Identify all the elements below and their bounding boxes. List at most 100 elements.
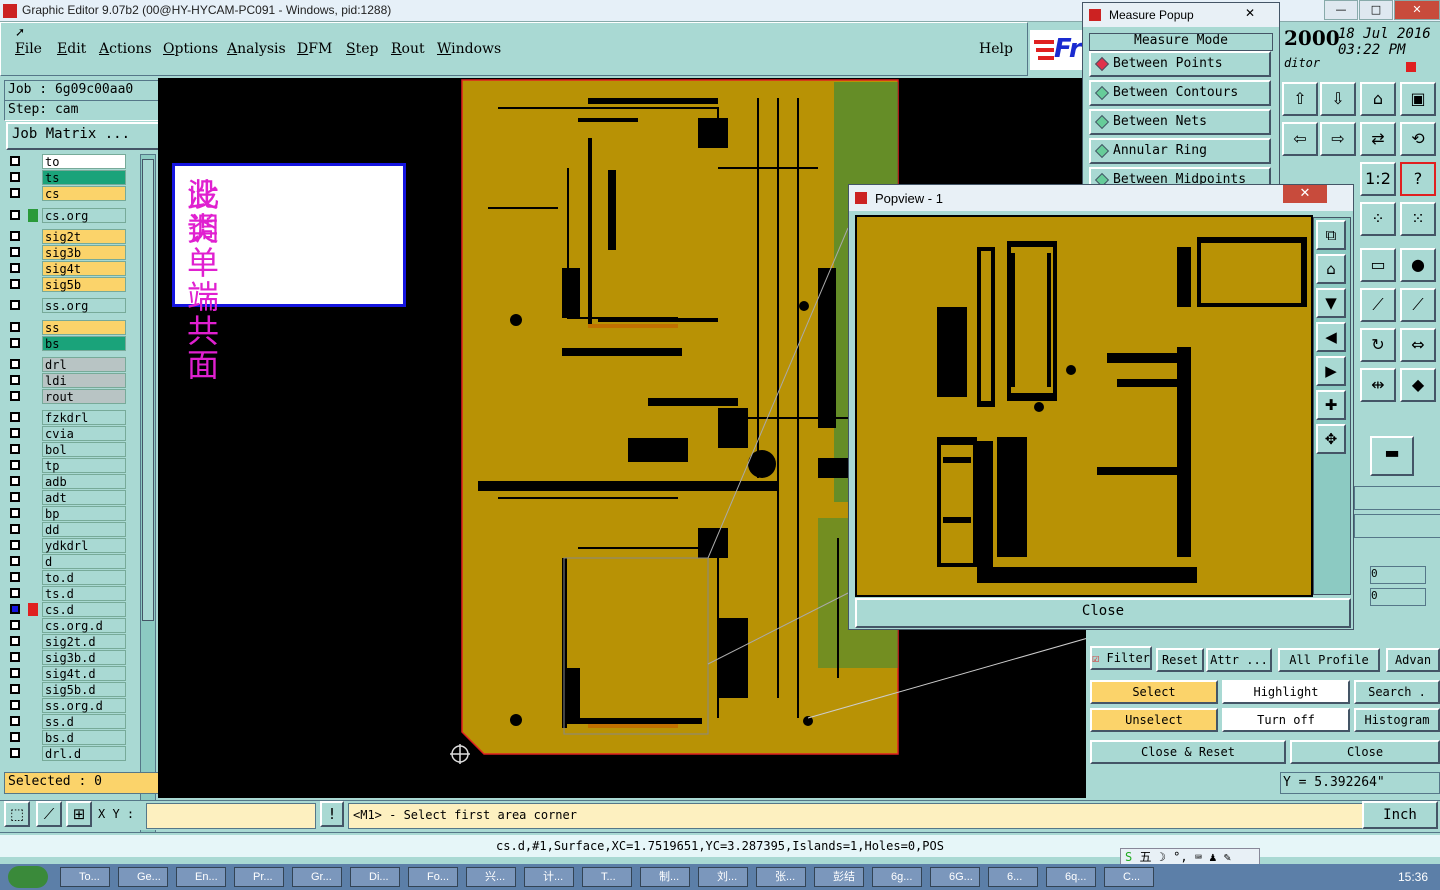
menu-step[interactable]: Step bbox=[346, 41, 378, 57]
menu-actions[interactable]: Actions bbox=[99, 41, 152, 57]
taskbar-item[interactable]: T... bbox=[582, 867, 632, 887]
layer-name[interactable]: adb bbox=[42, 474, 126, 489]
layer-checkbox[interactable] bbox=[10, 188, 20, 198]
minus-icon[interactable]: ▬ bbox=[1370, 436, 1414, 476]
layer-checkbox[interactable] bbox=[10, 588, 20, 598]
layer-name[interactable]: to.d bbox=[42, 570, 126, 585]
taskbar-item[interactable]: Di... bbox=[350, 867, 400, 887]
layer-row-sig2t-d[interactable]: sig2t.d bbox=[6, 634, 126, 649]
side-field-1[interactable]: 0 bbox=[1370, 566, 1426, 584]
layer-name[interactable]: adt bbox=[42, 490, 126, 505]
layer-name[interactable]: sig5b bbox=[42, 277, 126, 292]
layer-name[interactable]: drl.d bbox=[42, 746, 126, 761]
layer-row-drl-d[interactable]: drl.d bbox=[6, 746, 126, 761]
layer-row-cvia[interactable]: cvia bbox=[6, 426, 126, 441]
xy-input[interactable] bbox=[146, 803, 316, 829]
layer-checkbox[interactable] bbox=[10, 279, 20, 289]
snap-grid-icon[interactable]: ⊞ bbox=[66, 801, 92, 827]
layer-scrollbar[interactable] bbox=[140, 154, 156, 846]
unselect-button[interactable]: Unselect bbox=[1090, 708, 1218, 732]
layer-row-bp[interactable]: bp bbox=[6, 506, 126, 521]
layer-name[interactable]: to bbox=[42, 154, 126, 169]
layer-name[interactable]: sig5b.d bbox=[42, 682, 126, 697]
layer-checkbox[interactable] bbox=[10, 556, 20, 566]
taskbar-item[interactable]: 6g... bbox=[872, 867, 922, 887]
measure-mode-annular-ring[interactable]: Annular Ring bbox=[1089, 138, 1271, 164]
layer-name[interactable]: sig2t bbox=[42, 229, 126, 244]
layer-row-cs-org-d[interactable]: cs.org.d bbox=[6, 618, 126, 633]
home-icon[interactable]: ⌂ bbox=[1360, 82, 1396, 116]
layer-name[interactable]: sig2t.d bbox=[42, 634, 126, 649]
layer-row-sig3b-d[interactable]: sig3b.d bbox=[6, 650, 126, 665]
taskbar-item[interactable]: Gr... bbox=[292, 867, 342, 887]
layer-row-ss-d[interactable]: ss.d bbox=[6, 714, 126, 729]
maximize-button[interactable]: □ bbox=[1359, 0, 1393, 20]
layer-checkbox[interactable] bbox=[10, 322, 20, 332]
layer-row-fzkdrl[interactable]: fzkdrl bbox=[6, 410, 126, 425]
layer-checkbox[interactable] bbox=[10, 572, 20, 582]
layer-checkbox[interactable] bbox=[10, 668, 20, 678]
job-matrix-button[interactable]: Job Matrix ... bbox=[6, 122, 160, 150]
layer-checkbox[interactable] bbox=[10, 604, 20, 614]
menu-dfm[interactable]: DFM bbox=[297, 41, 332, 57]
layer-row-cs-org[interactable]: cs.org bbox=[6, 208, 126, 223]
reset-button[interactable]: Reset bbox=[1156, 648, 1204, 672]
layer-name[interactable]: bol bbox=[42, 442, 126, 457]
close-reset-button[interactable]: Close & Reset bbox=[1090, 740, 1286, 764]
layer-checkbox[interactable] bbox=[10, 460, 20, 470]
layer-name[interactable]: cs bbox=[42, 186, 126, 201]
layer-checkbox[interactable] bbox=[10, 492, 20, 502]
layer-name[interactable]: cs.org bbox=[42, 208, 126, 223]
layer-checkbox[interactable] bbox=[10, 716, 20, 726]
snap-icon[interactable]: ⁘ bbox=[1360, 202, 1396, 236]
layer-checkbox[interactable] bbox=[10, 300, 20, 310]
layer-checkbox[interactable] bbox=[10, 636, 20, 646]
layer-checkbox[interactable] bbox=[10, 476, 20, 486]
layer-row-cs[interactable]: cs bbox=[6, 186, 126, 201]
menu-analysis[interactable]: Analysis bbox=[227, 41, 286, 57]
layer-name[interactable]: ts bbox=[42, 170, 126, 185]
layer-checkbox[interactable] bbox=[10, 508, 20, 518]
layer-name[interactable]: d bbox=[42, 554, 126, 569]
minimize-button[interactable]: — bbox=[1324, 0, 1358, 20]
layer-name[interactable]: ss.org.d bbox=[42, 698, 126, 713]
measure-close-icon[interactable]: ✕ bbox=[1245, 6, 1255, 20]
layer-down-icon[interactable]: ⇩ bbox=[1320, 82, 1356, 116]
taskbar-item[interactable]: En... bbox=[176, 867, 226, 887]
measure-line-icon[interactable]: ⟋ bbox=[1360, 288, 1396, 322]
measure-mode-icon[interactable]: ⟋ bbox=[36, 801, 62, 827]
menu-file[interactable]: File bbox=[15, 41, 42, 57]
layer-checkbox[interactable] bbox=[10, 156, 20, 166]
layer-name[interactable]: bs.d bbox=[42, 730, 126, 745]
layer-checkbox[interactable] bbox=[10, 428, 20, 438]
taskbar-item[interactable]: 制... bbox=[640, 867, 690, 887]
layer-checkbox[interactable] bbox=[10, 684, 20, 694]
layer-row-bs[interactable]: bs bbox=[6, 336, 126, 351]
profile-select[interactable]: All Profile bbox=[1278, 648, 1380, 672]
advanced-button[interactable]: Advan bbox=[1386, 648, 1440, 672]
layer-row-adb[interactable]: adb bbox=[6, 474, 126, 489]
layer-name[interactable]: sig3b.d bbox=[42, 650, 126, 665]
layer-row-ts[interactable]: ts bbox=[6, 170, 126, 185]
layer-checkbox[interactable] bbox=[10, 391, 20, 401]
window-icon[interactable]: ▣ bbox=[1400, 82, 1436, 116]
layer-row-sig5b-d[interactable]: sig5b.d bbox=[6, 682, 126, 697]
taskbar-item[interactable]: 彭结 bbox=[814, 867, 864, 887]
pad-icon[interactable]: ● bbox=[1400, 248, 1436, 282]
layer-row-ss-org[interactable]: ss.org bbox=[6, 298, 126, 313]
layer-name[interactable]: ss.d bbox=[42, 714, 126, 729]
layer-row-ss-org-d[interactable]: ss.org.d bbox=[6, 698, 126, 713]
layer-row-adt[interactable]: adt bbox=[6, 490, 126, 505]
layer-checkbox[interactable] bbox=[10, 210, 20, 220]
layer-checkbox[interactable] bbox=[10, 359, 20, 369]
layer-checkbox[interactable] bbox=[10, 375, 20, 385]
layer-name[interactable]: sig4t.d bbox=[42, 666, 126, 681]
attr-button[interactable]: Attr ... bbox=[1206, 648, 1272, 672]
layer-name[interactable]: sig3b bbox=[42, 245, 126, 260]
layer-row-dd[interactable]: dd bbox=[6, 522, 126, 537]
layer-checkbox[interactable] bbox=[10, 412, 20, 422]
layer-name[interactable]: sig4t bbox=[42, 261, 126, 276]
taskbar-item[interactable]: Pr... bbox=[234, 867, 284, 887]
filter-close-button[interactable]: Close bbox=[1290, 740, 1440, 764]
help-icon[interactable]: ? bbox=[1400, 162, 1436, 196]
